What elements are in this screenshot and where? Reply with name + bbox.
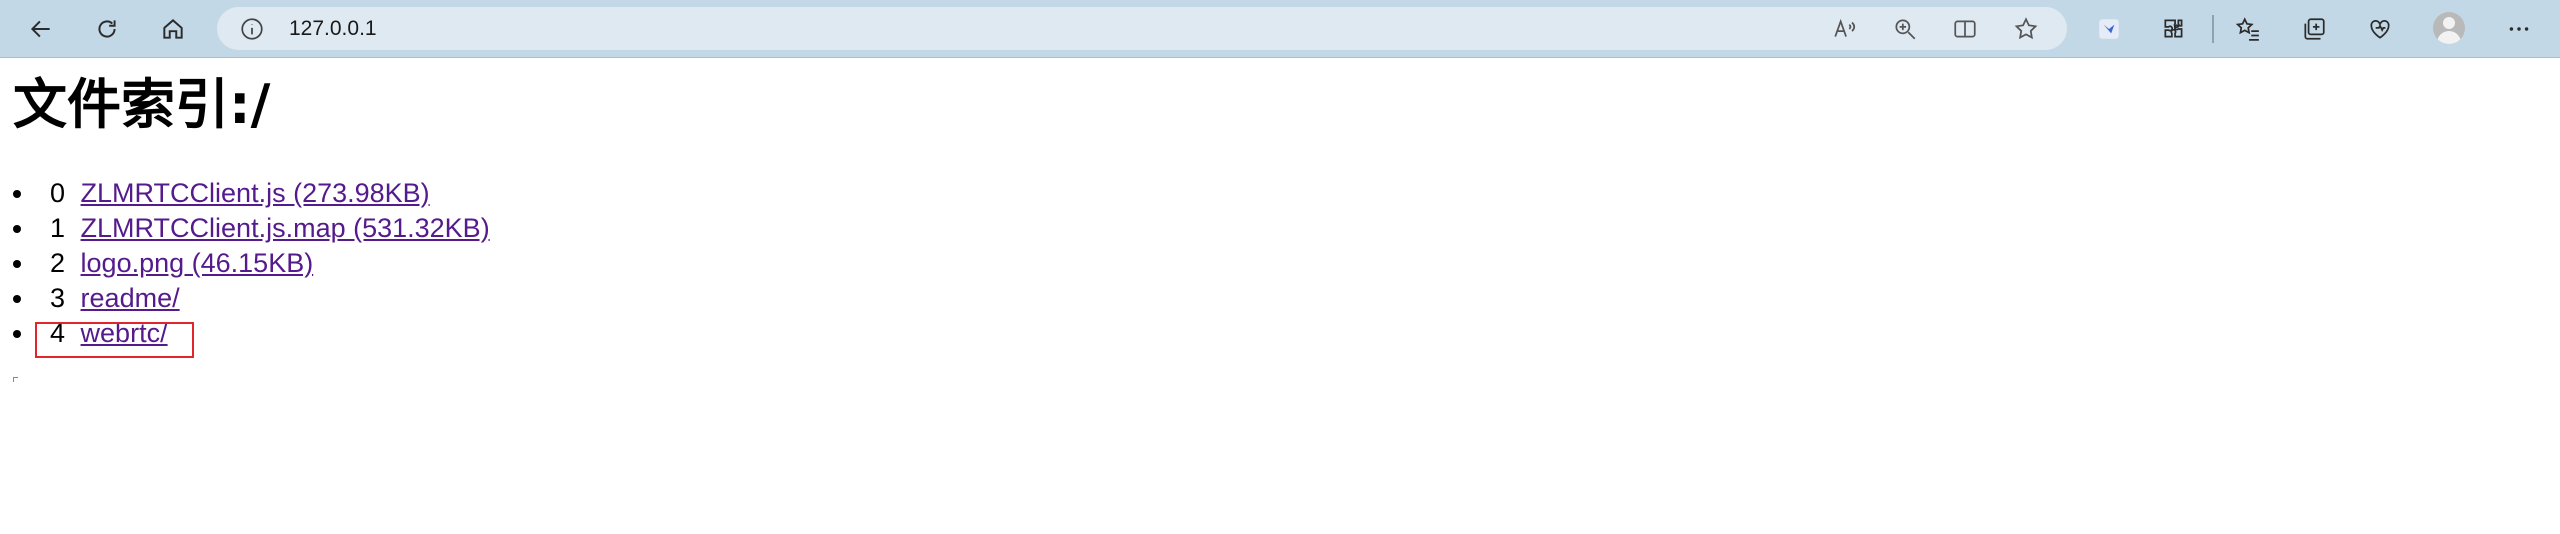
file-index: 0 [50, 178, 66, 208]
browser-essentials-icon[interactable] [2361, 10, 2399, 48]
favorites-icon[interactable] [2229, 10, 2267, 48]
puzzle-icon[interactable] [2155, 10, 2193, 48]
bullet-icon [13, 295, 21, 303]
home-icon[interactable] [154, 10, 192, 48]
bullet-icon [13, 260, 21, 268]
toolbar-divider [2212, 15, 2214, 43]
list-item: 3 readme/ [0, 281, 490, 316]
address-bar[interactable]: 127.0.0.1 [217, 7, 2067, 50]
folder-link[interactable]: readme/ [81, 283, 180, 313]
file-link[interactable]: ZLMRTCClient.js (273.98KB) [81, 178, 430, 208]
avatar-head [2443, 17, 2455, 29]
browser-toolbar: 127.0.0.1 [0, 0, 2560, 58]
page-content: 文件索引:/ 0 ZLMRTCClient.js (273.98KB) 1 ZL… [0, 58, 2560, 534]
list-item: 2 logo.png (46.15KB) [0, 246, 490, 281]
address-url[interactable]: 127.0.0.1 [289, 17, 377, 41]
profile-avatar-icon[interactable] [2433, 12, 2465, 44]
bullet-icon [13, 330, 21, 338]
split-screen-icon[interactable] [1952, 16, 1978, 42]
back-arrow-icon[interactable] [22, 10, 60, 48]
refresh-icon[interactable] [88, 10, 126, 48]
highlight-box [35, 322, 194, 358]
extension-icon[interactable] [2090, 10, 2128, 48]
list-item: 0 ZLMRTCClient.js (273.98KB) [0, 176, 490, 211]
info-icon[interactable] [239, 16, 265, 42]
file-index: 1 [50, 213, 66, 243]
avatar-body [2437, 31, 2461, 44]
page-title: 文件索引:/ [13, 73, 271, 136]
favorite-star-icon[interactable] [2013, 16, 2039, 42]
bullet-icon [13, 225, 21, 233]
file-index: 3 [50, 283, 66, 313]
file-index: 2 [50, 248, 66, 278]
corner-mark [13, 377, 18, 382]
bullet-icon [13, 190, 21, 198]
more-menu-icon[interactable] [2500, 10, 2538, 48]
list-item: 1 ZLMRTCClient.js.map (531.32KB) [0, 211, 490, 246]
file-link[interactable]: logo.png (46.15KB) [81, 248, 314, 278]
file-link[interactable]: ZLMRTCClient.js.map (531.32KB) [81, 213, 490, 243]
zoom-icon[interactable] [1892, 16, 1918, 42]
read-aloud-icon[interactable] [1832, 16, 1858, 42]
collections-icon[interactable] [2295, 10, 2333, 48]
